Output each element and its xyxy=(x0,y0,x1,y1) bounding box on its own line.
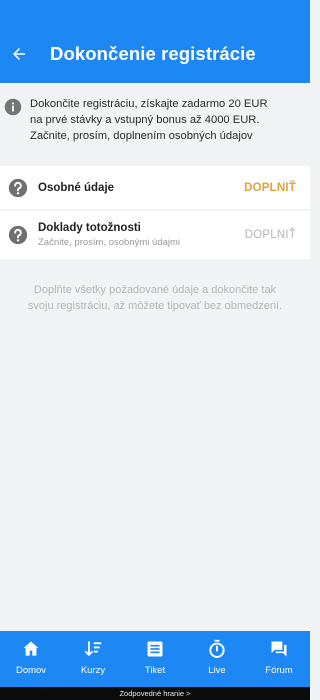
fill-in-button[interactable]: DOPLNIŤ xyxy=(245,229,296,241)
tab-kurzy[interactable]: Kurzy xyxy=(62,631,124,687)
tab-label: Fórum xyxy=(265,665,293,676)
item-body: Doklady totožnosti Začnite, prosím, osob… xyxy=(38,222,245,248)
app-header: Dokončenie registrácie xyxy=(0,0,310,83)
tab-label: Domov xyxy=(15,665,47,676)
tab-domov[interactable]: Domov xyxy=(0,631,62,687)
odds-icon xyxy=(84,641,102,657)
responsible-gaming-link[interactable]: Zodpovedné hranie > xyxy=(0,687,310,700)
info-text: Dokončite registráciu, získajte zadarmo … xyxy=(30,96,268,144)
tab-tiket[interactable]: Tiket xyxy=(124,631,186,687)
info-banner: Dokončite registráciu, získajte zadarmo … xyxy=(0,83,310,163)
stopwatch-icon xyxy=(209,639,225,658)
note-line: svoju registráciu, až môžete tipovať bez… xyxy=(27,300,283,312)
tab-label: Tiket xyxy=(144,665,166,676)
note-line: Doplňte všetky požadované údaje a dokonč… xyxy=(33,284,277,296)
arrow-left-icon xyxy=(13,47,25,60)
info-line: Začnite, prosím, doplnením osobných údaj… xyxy=(30,130,253,142)
chat-icon xyxy=(271,641,287,657)
personal-data-item[interactable]: Osobné údaje DOPLNIŤ xyxy=(0,166,310,209)
home-icon xyxy=(23,641,39,656)
ticket-icon xyxy=(147,641,163,657)
fill-in-button[interactable]: DOPLNIŤ xyxy=(244,182,296,194)
question-icon xyxy=(8,225,28,245)
item-body: Osobné údaje xyxy=(38,182,244,194)
info-line: Dokončite registráciu, získajte zadarmo … xyxy=(30,98,268,110)
tab-live[interactable]: Live xyxy=(186,631,248,687)
completion-note: Doplňte všetky požadované údaje a dokonč… xyxy=(0,282,310,314)
page-title: Dokončenie registrácie xyxy=(50,42,256,64)
info-line: na prvé stávky a vstupný bonus až 4000 E… xyxy=(30,114,260,126)
info-icon xyxy=(4,98,22,116)
item-subtitle: Začnite, prosím, osobnými údajmi xyxy=(38,237,181,248)
item-title: Osobné údaje xyxy=(38,181,115,194)
bottom-tab-bar: Domov Kurzy Tiket Live Fórum xyxy=(0,631,310,687)
question-icon xyxy=(8,178,28,197)
back-button[interactable] xyxy=(4,39,34,69)
tab-label: Kurzy xyxy=(80,665,106,676)
identity-documents-item[interactable]: Doklady totožnosti Začnite, prosím, osob… xyxy=(0,211,310,259)
item-title: Doklady totožnosti xyxy=(38,222,141,234)
tab-label: Live xyxy=(208,665,226,676)
tab-forum[interactable]: Fórum xyxy=(248,631,310,687)
